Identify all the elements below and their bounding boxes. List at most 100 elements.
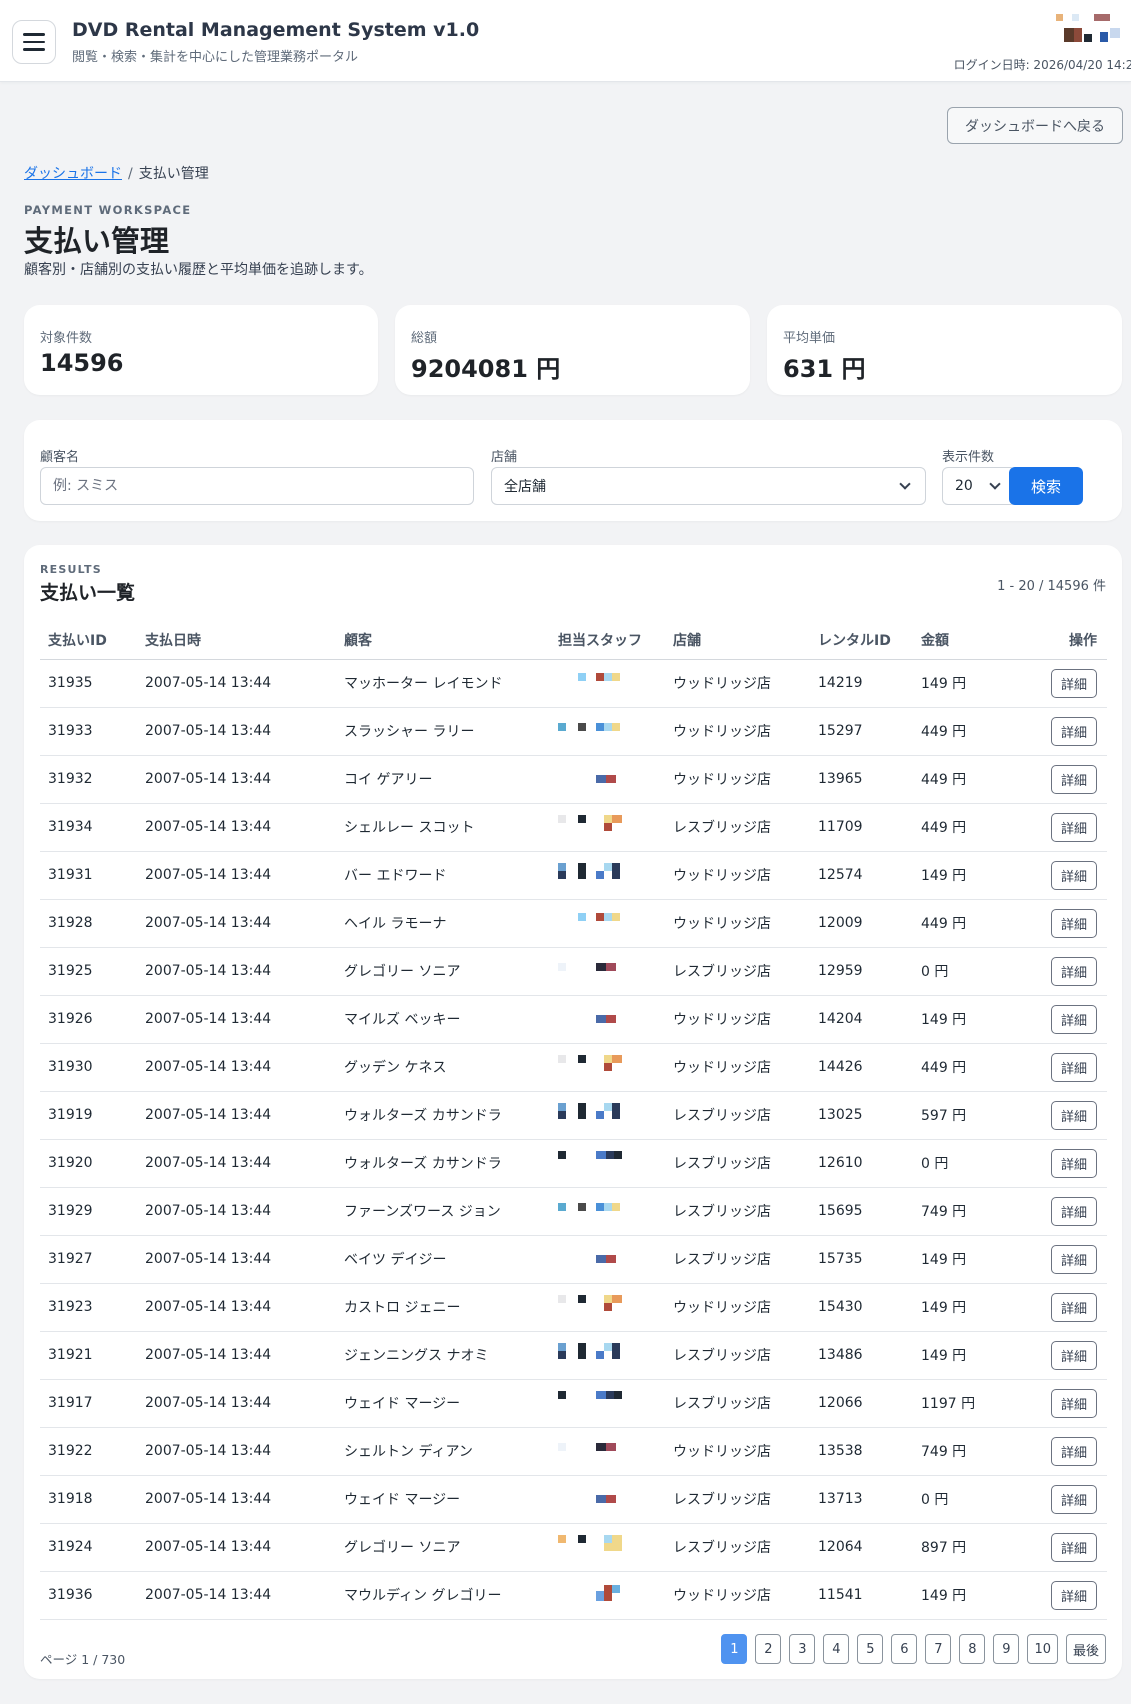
column-header[interactable]: 店舗 bbox=[665, 621, 810, 660]
amount-cell: 149 円 bbox=[913, 851, 1033, 900]
staff-cell bbox=[550, 755, 665, 804]
detail-button[interactable]: 詳細 bbox=[1051, 1196, 1097, 1226]
results-count: 1 - 20 / 14596 件 bbox=[997, 579, 1106, 594]
column-header[interactable]: 支払日時 bbox=[137, 621, 336, 660]
store-cell: レスブリッジ店 bbox=[665, 1475, 810, 1524]
detail-button[interactable]: 詳細 bbox=[1051, 1436, 1097, 1466]
customer-cell: ベイツ デイジー bbox=[336, 1235, 550, 1284]
detail-button[interactable]: 詳細 bbox=[1051, 1484, 1097, 1514]
rental-id-cell: 15430 bbox=[810, 1283, 913, 1332]
breadcrumb-home-link[interactable]: ダッシュボード bbox=[24, 166, 122, 182]
table-row: 31929 2007-05-14 13:44 ファーンズワース ジョン レスブリッジ店… bbox=[40, 1187, 1107, 1236]
detail-button[interactable]: 詳細 bbox=[1051, 716, 1097, 746]
payment-id-cell: 31920 bbox=[40, 1139, 137, 1188]
column-header[interactable]: 金額 bbox=[913, 621, 1033, 660]
customer-cell: バー エドワード bbox=[336, 851, 550, 900]
table-row: 31936 2007-05-14 13:44 マウルディン グレゴリー ウッドリッジ店… bbox=[40, 1571, 1107, 1620]
store-cell: ウッドリッジ店 bbox=[665, 1571, 810, 1620]
store-select-value: 全店舗 bbox=[504, 479, 546, 495]
store-select[interactable]: 全店舗 bbox=[491, 467, 926, 505]
search-button[interactable]: 検索 bbox=[1009, 467, 1083, 505]
payment-date-cell: 2007-05-14 13:44 bbox=[137, 995, 336, 1044]
chevron-down-icon bbox=[989, 478, 1001, 490]
page-button[interactable]: 10 bbox=[1027, 1634, 1058, 1664]
page-button[interactable]: 4 bbox=[823, 1634, 850, 1664]
staff-cell bbox=[550, 1475, 665, 1524]
column-header[interactable]: 担当スタッフ bbox=[550, 621, 665, 660]
amount-cell: 0 円 bbox=[913, 947, 1033, 996]
payment-id-cell: 31922 bbox=[40, 1427, 137, 1476]
detail-button[interactable]: 詳細 bbox=[1051, 668, 1097, 698]
table-row: 31919 2007-05-14 13:44 ウォルターズ カサンドラ レスブリッジ店… bbox=[40, 1091, 1107, 1140]
column-header[interactable]: 支払いID bbox=[40, 621, 137, 660]
actions-cell: 詳細 bbox=[1033, 1091, 1107, 1140]
customer-name-input[interactable] bbox=[40, 467, 474, 505]
per-page-select-value: 20 bbox=[955, 478, 973, 494]
amount-cell: 0 円 bbox=[913, 1139, 1033, 1188]
page-button[interactable]: 7 bbox=[925, 1634, 952, 1664]
staff-avatar bbox=[558, 1005, 638, 1029]
last-page-button[interactable]: 最後 bbox=[1065, 1634, 1106, 1664]
detail-button[interactable]: 詳細 bbox=[1051, 812, 1097, 842]
page-button[interactable]: 6 bbox=[891, 1634, 918, 1664]
table-row: 31933 2007-05-14 13:44 スラッシャー ラリー ウッドリッジ店 15… bbox=[40, 707, 1107, 756]
user-avatar[interactable] bbox=[1054, 12, 1131, 48]
detail-button[interactable]: 詳細 bbox=[1051, 1580, 1097, 1610]
detail-button[interactable]: 詳細 bbox=[1051, 1148, 1097, 1178]
detail-button[interactable]: 詳細 bbox=[1051, 1244, 1097, 1274]
staff-avatar bbox=[558, 813, 638, 837]
detail-button[interactable]: 詳細 bbox=[1051, 956, 1097, 986]
detail-button[interactable]: 詳細 bbox=[1051, 1340, 1097, 1370]
stat-value: 14596 bbox=[40, 349, 124, 377]
payment-id-cell: 31924 bbox=[40, 1523, 137, 1572]
detail-button[interactable]: 詳細 bbox=[1051, 1100, 1097, 1130]
payment-id-cell: 31934 bbox=[40, 803, 137, 852]
column-header[interactable]: レンタルID bbox=[810, 621, 913, 660]
detail-button[interactable]: 詳細 bbox=[1051, 1388, 1097, 1418]
payment-id-cell: 31928 bbox=[40, 899, 137, 948]
actions-cell: 詳細 bbox=[1033, 1331, 1107, 1380]
payment-id-cell: 31923 bbox=[40, 1283, 137, 1332]
page-button[interactable]: 3 bbox=[789, 1634, 816, 1664]
table-row: 31917 2007-05-14 13:44 ウェイド マージー レスブリッジ店 120… bbox=[40, 1379, 1107, 1428]
detail-button[interactable]: 詳細 bbox=[1051, 1004, 1097, 1034]
rental-id-cell: 13025 bbox=[810, 1091, 913, 1140]
payment-id-cell: 31917 bbox=[40, 1379, 137, 1428]
customer-cell: シェルレー スコット bbox=[336, 803, 550, 852]
table-row: 31921 2007-05-14 13:44 ジェンニングス ナオミ レスブリッジ店 1… bbox=[40, 1331, 1107, 1380]
page-button[interactable]: 1 bbox=[721, 1634, 748, 1664]
rental-id-cell: 11541 bbox=[810, 1571, 913, 1620]
payment-id-cell: 31925 bbox=[40, 947, 137, 996]
actions-cell: 詳細 bbox=[1033, 995, 1107, 1044]
detail-button[interactable]: 詳細 bbox=[1051, 1052, 1097, 1082]
customer-cell: ウェイド マージー bbox=[336, 1475, 550, 1524]
column-header[interactable]: 顧客 bbox=[336, 621, 550, 660]
store-cell: レスブリッジ店 bbox=[665, 1235, 810, 1284]
per-page-select[interactable]: 20 bbox=[942, 467, 1016, 505]
rental-id-cell: 14204 bbox=[810, 995, 913, 1044]
table-row: 31923 2007-05-14 13:44 カストロ ジェニー ウッドリッジ店 154… bbox=[40, 1283, 1107, 1332]
staff-avatar bbox=[558, 861, 638, 885]
detail-button[interactable]: 詳細 bbox=[1051, 908, 1097, 938]
detail-button[interactable]: 詳細 bbox=[1051, 1532, 1097, 1562]
rental-id-cell: 12610 bbox=[810, 1139, 913, 1188]
payment-id-cell: 31931 bbox=[40, 851, 137, 900]
page-button[interactable]: 5 bbox=[857, 1634, 884, 1664]
page-button[interactable]: 9 bbox=[993, 1634, 1020, 1664]
staff-cell bbox=[550, 995, 665, 1044]
staff-avatar bbox=[558, 1197, 638, 1221]
staff-cell bbox=[550, 1139, 665, 1188]
table-row: 31934 2007-05-14 13:44 シェルレー スコット レスブリッジ店 11… bbox=[40, 803, 1107, 852]
back-to-dashboard-button[interactable]: ダッシュボードへ戻る bbox=[947, 107, 1123, 144]
actions-cell: 詳細 bbox=[1033, 1523, 1107, 1572]
page-button[interactable]: 2 bbox=[755, 1634, 782, 1664]
detail-button[interactable]: 詳細 bbox=[1051, 764, 1097, 794]
page-button[interactable]: 8 bbox=[959, 1634, 986, 1664]
rental-id-cell: 12574 bbox=[810, 851, 913, 900]
store-cell: レスブリッジ店 bbox=[665, 1379, 810, 1428]
hamburger-menu-button[interactable] bbox=[12, 20, 56, 64]
customer-cell: スラッシャー ラリー bbox=[336, 707, 550, 756]
detail-button[interactable]: 詳細 bbox=[1051, 1292, 1097, 1322]
table-row: 31932 2007-05-14 13:44 コイ ゲアリー ウッドリッジ店 13965… bbox=[40, 755, 1107, 804]
detail-button[interactable]: 詳細 bbox=[1051, 860, 1097, 890]
